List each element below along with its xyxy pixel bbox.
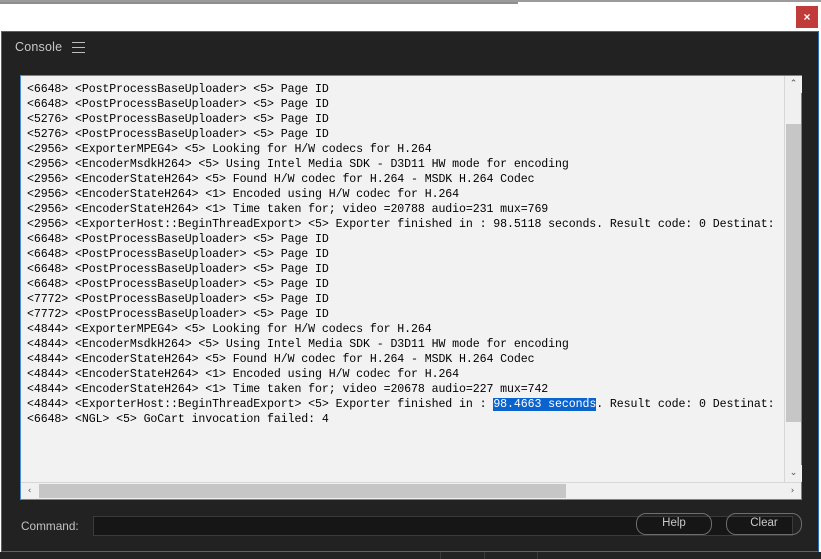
hamburger-menu-icon[interactable] — [72, 41, 86, 53]
scroll-left-icon[interactable]: ‹ — [21, 483, 38, 499]
window-titlebar: × — [0, 0, 821, 32]
log-line-selected: <4844> <ExporterHost::BeginThreadExport>… — [27, 397, 784, 412]
console-panel: Console <6648> <PostProcessBaseUploader>… — [1, 31, 819, 552]
log-line-prefix: <4844> <ExporterHost::BeginThreadExport>… — [27, 398, 494, 411]
help-button[interactable]: Help — [636, 513, 712, 535]
log-line: <6648> <PostProcessBaseUploader> <5> Pag… — [27, 83, 329, 96]
log-selection-highlight[interactable]: 98.4663 seconds — [493, 398, 596, 411]
background-strip — [0, 552, 821, 559]
scroll-down-icon[interactable]: ⌄ — [785, 465, 802, 482]
background-divider — [484, 552, 485, 559]
log-line: <4844> <ExporterMPEG4> <5> Looking for H… — [27, 323, 432, 336]
log-line: <2956> <EncoderStateH264> <1> Encoded us… — [27, 188, 460, 201]
close-icon[interactable]: × — [796, 6, 818, 28]
log-line: <6648> <PostProcessBaseUploader> <5> Pag… — [27, 248, 329, 261]
background-divider — [440, 552, 441, 559]
log-line: <7772> <PostProcessBaseUploader> <5> Pag… — [27, 308, 329, 321]
log-line: <6648> <PostProcessBaseUploader> <5> Pag… — [27, 263, 329, 276]
scroll-right-icon[interactable]: › — [784, 483, 801, 499]
command-label: Command: — [21, 519, 79, 533]
log-line: <2956> <EncoderMsdkH264> <5> Using Intel… — [27, 158, 569, 171]
panel-header: Console — [2, 32, 818, 62]
log-line: <5276> <PostProcessBaseUploader> <5> Pag… — [27, 113, 329, 126]
log-line: <6648> <PostProcessBaseUploader> <5> Pag… — [27, 278, 329, 291]
horizontal-scrollbar-thumb[interactable] — [39, 484, 566, 498]
console-log-text[interactable]: <6648> <PostProcessBaseUploader> <5> Pag… — [21, 76, 784, 482]
log-line: <4844> <EncoderMsdkH264> <5> Using Intel… — [27, 338, 569, 351]
tab-console[interactable]: Console — [15, 40, 62, 54]
log-line: <2956> <EncoderStateH264> <1> Time taken… — [27, 203, 549, 216]
log-line: <6648> <NGL> <5> GoCart invocation faile… — [27, 413, 329, 426]
log-line: <7772> <PostProcessBaseUploader> <5> Pag… — [27, 293, 329, 306]
vertical-scrollbar-thumb[interactable] — [786, 124, 801, 422]
log-line: <2956> <ExporterHost::BeginThreadExport>… — [27, 218, 775, 231]
horizontal-scrollbar[interactable]: ‹ › — [21, 482, 801, 499]
log-line: <2956> <EncoderStateH264> <5> Found H/W … — [27, 173, 535, 186]
log-line: <5276> <PostProcessBaseUploader> <5> Pag… — [27, 128, 329, 141]
console-log-container: <6648> <PostProcessBaseUploader> <5> Pag… — [20, 75, 802, 500]
log-line: <4844> <EncoderStateH264> <5> Found H/W … — [27, 353, 535, 366]
log-line-suffix: . Result code: 0 Destinat: — [596, 398, 775, 411]
background-divider — [537, 552, 538, 559]
console-window: × Console <6648> <PostProcessBaseUploade… — [0, 0, 821, 559]
clear-button[interactable]: Clear — [726, 513, 802, 535]
log-line: <2956> <ExporterMPEG4> <5> Looking for H… — [27, 143, 432, 156]
titlebar-divider — [0, 2, 518, 4]
scroll-up-icon[interactable]: ⌃ — [785, 76, 802, 93]
log-line: <4844> <EncoderStateH264> <1> Time taken… — [27, 383, 549, 396]
footer-actions: Help Clear — [636, 513, 802, 535]
vertical-scrollbar[interactable]: ⌃ ⌄ — [784, 76, 802, 482]
log-line: <6648> <PostProcessBaseUploader> <5> Pag… — [27, 233, 329, 246]
log-line: <4844> <EncoderStateH264> <1> Encoded us… — [27, 368, 460, 381]
log-line: <6648> <PostProcessBaseUploader> <5> Pag… — [27, 98, 329, 111]
